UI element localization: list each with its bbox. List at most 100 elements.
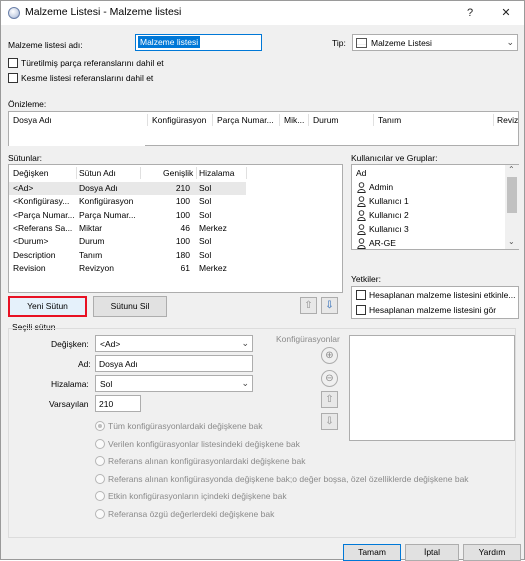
include-derived-label: Türetilmiş parça referanslarını dahil et [21,58,164,68]
radio-option-5[interactable] [95,508,105,519]
cell-variable: <Parça Numar... [13,209,75,220]
radio-option-label-1: Verilen konfigürasyonlar listesindeki de… [108,438,300,449]
cell-alignment: Sol [199,196,212,207]
cell-width: 210 [175,183,190,193]
help-button[interactable]: Yardım [463,544,521,561]
config-down-arrow-icon[interactable]: ⇩ [321,413,338,430]
columns-table-row[interactable]: Description Tanım 180 Sol [9,249,342,262]
chevron-down-icon: ⌄ [241,338,249,348]
cell-column-name: Dosya Adı [79,183,118,193]
preview-col-5: Tanım [378,115,402,125]
app-globe-icon [8,7,20,19]
user-list-item[interactable]: Kullanıcı 1 [352,195,502,208]
remove-configuration-icon[interactable]: ⊖ [321,370,338,387]
users-groups-label: Kullanıcılar ve Gruplar: [351,153,438,163]
permissions-list[interactable]: Hesaplanan malzeme listesini etkinle... … [351,286,519,319]
chevron-down-icon: ⌄ [241,378,249,388]
variable-value: <Ad> [100,339,121,349]
users-scrollbar[interactable]: ⌃ ⌄ [505,165,519,249]
radio-option-4[interactable] [95,491,105,501]
radio-option-label-4: Etkin konfigürasyonların içindeki değişk… [108,491,287,501]
radio-option-1[interactable] [95,438,105,449]
help-titlebar-button[interactable]: ? [453,3,487,23]
preview-label: Önizleme: [8,99,47,109]
users-list-header: Ad [352,167,502,180]
delete-column-button[interactable]: Sütunu Sil [93,296,167,317]
user-list-item[interactable]: Kullanıcı 2 [352,209,502,222]
cell-alignment: Sol [199,249,212,260]
scroll-down-icon[interactable]: ⌄ [508,237,515,246]
permission-label-0: Hesaplanan malzeme listesini etkinle... [369,290,516,300]
group-icon [357,238,366,249]
permission-checkbox-0[interactable] [356,290,366,300]
cell-alignment: Merkez [199,222,227,233]
configurations-list[interactable] [349,335,515,441]
move-up-arrow-icon[interactable]: ⇧ [300,297,317,314]
type-label: Tip: [332,38,346,48]
columns-header-width[interactable]: Genişlik [163,165,193,181]
scroll-up-icon[interactable]: ⌃ [508,165,515,174]
columns-header-variable[interactable]: Değişken [13,165,48,181]
radio-option-3[interactable] [95,473,105,484]
user-icon [357,210,366,221]
close-button[interactable]: ✕ [489,3,523,23]
move-down-arrow-icon[interactable]: ⇩ [321,297,338,314]
radio-option-label-2: Referans alınan konfigürasyonlardaki değ… [108,456,306,466]
add-configuration-icon[interactable]: ⊕ [321,347,338,364]
cancel-button[interactable]: İptal [405,544,459,561]
alignment-value: Sol [100,379,113,389]
cell-variable: Description [13,249,56,260]
type-dropdown[interactable]: Malzeme Listesi ⌄ [352,34,518,51]
columns-header-name[interactable]: Sütun Adı [79,165,116,181]
columns-header-align[interactable]: Hizalama [199,165,234,181]
cell-column-name: Parça Numar... [79,209,136,220]
columns-table-row[interactable]: Revision Revizyon 61 Merkez [9,262,342,275]
column-name-label: Ad: [78,359,91,369]
user-name: Kullanıcı 3 [369,224,409,234]
config-up-arrow-icon[interactable]: ⇧ [321,391,338,408]
default-label: Varsayılan [49,399,89,409]
column-name-input[interactable] [95,355,253,372]
columns-table-row[interactable]: <Ad> Dosya Adı 210 Sol [9,182,246,195]
permissions-label: Yetkiler: [351,274,381,284]
cell-alignment: Merkez [199,262,227,273]
include-cutlist-label: Kesme listesi referanslarını dahil et [21,73,154,83]
user-name: Admin [369,182,394,192]
users-groups-list[interactable]: Ad Admin Kullanıcı 1 Kullanıcı 2 Kullanıcı 3… [351,164,519,250]
default-input[interactable] [95,395,141,412]
preview-col-3: Mik... [284,115,305,125]
columns-table[interactable]: Değişken Sütun Adı Genişlik Hizalama <Ad… [8,164,343,293]
radio-option-0[interactable] [95,421,105,431]
include-derived-checkbox[interactable] [8,58,18,68]
cell-width: 100 [175,209,190,220]
ok-button[interactable]: Tamam [343,544,401,561]
columns-label: Sütunlar: [8,153,43,163]
cell-alignment: Sol [199,183,212,193]
columns-table-row[interactable]: <Durum> Durum 100 Sol [9,235,342,248]
cell-column-name: Revizyon [79,262,114,273]
radio-option-2[interactable] [95,456,105,466]
cell-width: 100 [175,236,190,247]
variable-dropdown[interactable]: <Ad> ⌄ [95,335,253,352]
new-column-button[interactable]: Yeni Sütun [8,296,87,317]
scroll-thumb[interactable] [507,177,517,213]
cell-alignment: Sol [199,209,212,220]
cell-column-name: Tanım [79,249,103,260]
permission-checkbox-1[interactable] [356,305,366,315]
preview-table: Dosya Adı Konfigürasyon Parça Numar... M… [8,111,519,146]
radio-option-label-5: Referansa özgü değerlerdeki değişkene ba… [108,508,275,519]
cell-variable: <Konfigürasy... [13,196,70,207]
user-list-item[interactable]: Kullanıcı 3 [352,223,502,236]
user-icon [357,196,366,207]
columns-table-row[interactable]: <Parça Numar... Parça Numar... 100 Sol [9,209,342,222]
alignment-dropdown[interactable]: Sol ⌄ [95,375,253,392]
permission-label-1: Hesaplanan malzeme listesini gör [369,305,497,315]
include-cutlist-checkbox[interactable] [8,73,18,83]
user-icon [357,182,366,193]
columns-table-row[interactable]: <Konfigürasy... Konfigürasyon 100 Sol [9,195,342,208]
user-list-item[interactable]: AR-GE [352,237,502,250]
cell-variable: <Durum> [13,236,49,247]
user-list-item[interactable]: Admin [352,181,502,194]
window-title: Malzeme Listesi - Malzeme listesi [25,6,182,18]
columns-table-row[interactable]: <Referans Sa... Miktar 46 Merkez [9,222,342,235]
